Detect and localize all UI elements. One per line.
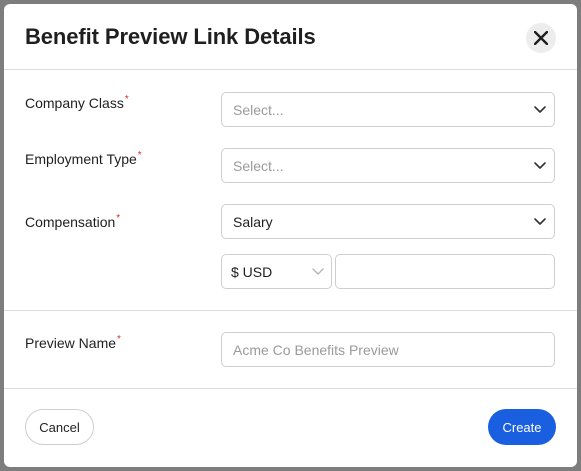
- employment-type-select[interactable]: Select...: [221, 148, 555, 183]
- modal-title: Benefit Preview Link Details: [25, 24, 316, 49]
- close-button[interactable]: [526, 23, 556, 53]
- required-marker: *: [124, 94, 129, 105]
- required-marker: *: [137, 150, 142, 161]
- currency-value: $ USD: [231, 264, 273, 280]
- chevron-down-icon: [534, 106, 546, 113]
- chevron-down-icon: [534, 162, 546, 169]
- employment-type-label: Employment Type*: [25, 150, 142, 167]
- currency-select[interactable]: $ USD: [221, 254, 332, 289]
- company-class-select[interactable]: Select...: [221, 92, 555, 127]
- benefit-preview-modal: Benefit Preview Link Details Company Cla…: [4, 4, 577, 467]
- cancel-button[interactable]: Cancel: [25, 409, 94, 445]
- close-icon: [534, 31, 548, 45]
- compensation-label: Compensation*: [25, 213, 121, 230]
- modal-header: Benefit Preview Link Details: [4, 4, 577, 70]
- preview-name-label: Preview Name*: [25, 334, 121, 351]
- create-button[interactable]: Create: [488, 409, 556, 445]
- company-class-label: Company Class*: [25, 94, 129, 111]
- compensation-value: Salary: [233, 214, 273, 230]
- compensation-amount-input[interactable]: [335, 254, 555, 289]
- footer-divider: [4, 388, 577, 389]
- preview-name-input[interactable]: Acme Co Benefits Preview: [221, 332, 555, 367]
- chevron-down-icon: [534, 218, 546, 225]
- section-divider: [4, 310, 577, 311]
- chevron-down-icon: [312, 268, 324, 275]
- preview-name-placeholder: Acme Co Benefits Preview: [233, 342, 399, 358]
- company-class-placeholder: Select...: [233, 102, 284, 118]
- required-marker: *: [116, 213, 121, 224]
- employment-type-placeholder: Select...: [233, 158, 284, 174]
- compensation-select[interactable]: Salary: [221, 204, 555, 239]
- required-marker: *: [117, 334, 121, 345]
